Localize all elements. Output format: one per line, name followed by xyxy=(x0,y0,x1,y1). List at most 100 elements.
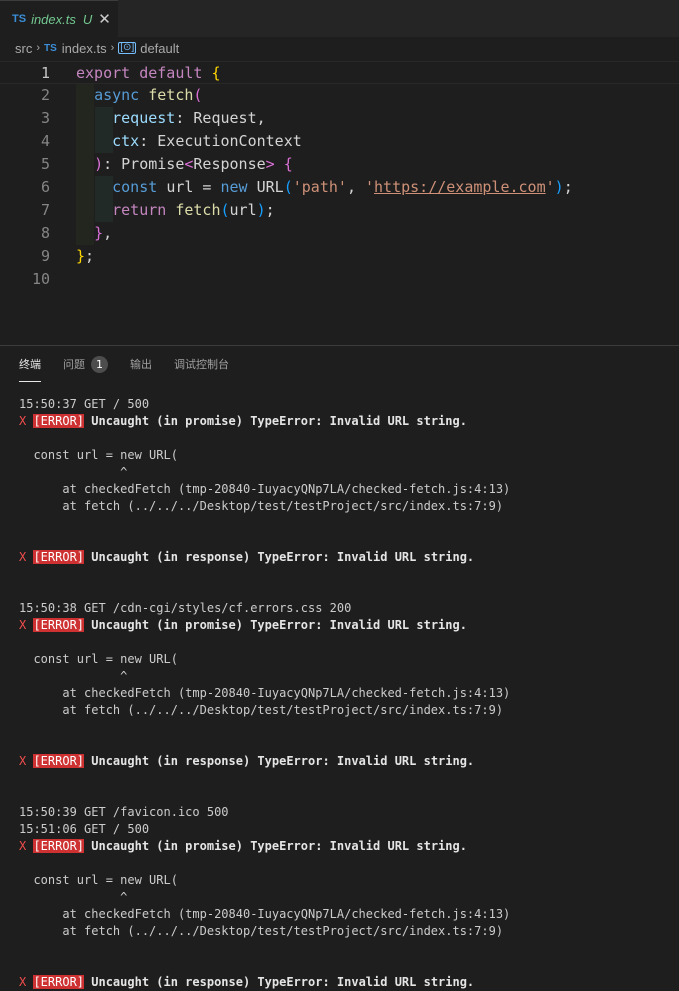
close-icon[interactable]: ✕ xyxy=(98,10,111,28)
code-token: ( xyxy=(220,201,230,219)
line-number: 2 xyxy=(40,86,50,104)
breadcrumb-file[interactable]: index.ts xyxy=(62,41,107,56)
panel-tab-label: 终端 xyxy=(19,357,41,371)
panel-tab-2[interactable]: 输出 xyxy=(130,346,152,382)
terminal-line: X [ERROR] Uncaught (in response) TypeErr… xyxy=(19,753,510,770)
code-line[interactable]: 6 const url = new URL('path', 'https://e… xyxy=(0,176,679,199)
code-token: return xyxy=(112,201,176,219)
terminal-line: ^ xyxy=(19,465,128,479)
code-line[interactable]: 9}; xyxy=(0,245,679,268)
breadcrumb-symbol[interactable]: default xyxy=(140,41,179,56)
code-token: = xyxy=(193,178,221,196)
terminal-line: at fetch (../../../Desktop/test/testProj… xyxy=(19,499,504,513)
code-token: Promise xyxy=(121,155,185,173)
breadcrumb-folder[interactable]: src xyxy=(15,41,32,56)
code-token: export xyxy=(76,64,140,82)
code-line[interactable]: 1 export default { xyxy=(0,61,679,84)
error-message: Uncaught (in response) TypeError: Invali… xyxy=(84,550,475,564)
code-token: Response xyxy=(193,155,266,173)
symbol-variable-icon: [⊙] xyxy=(118,42,137,54)
error-badge: [ERROR] xyxy=(33,839,85,853)
code-token: url xyxy=(229,201,257,219)
terminal-line: 15:50:37 GET / 500 xyxy=(19,397,150,411)
terminal-line: at checkedFetch (tmp-20840-IuyacyQNp7LA/… xyxy=(19,482,511,496)
chevron-right-icon: › xyxy=(36,42,41,54)
error-badge: [ERROR] xyxy=(33,550,85,564)
terminal-output[interactable]: 15:50:37 GET / 500 X [ERROR] Uncaught (in… xyxy=(19,396,510,991)
code-token: : xyxy=(175,109,194,127)
line-number: 6 xyxy=(40,178,50,196)
code-text: ctx: ExecutionContext xyxy=(76,130,302,153)
code-token: , xyxy=(346,178,365,196)
code-line[interactable]: 8 }, xyxy=(0,222,679,245)
code-token: { xyxy=(283,155,293,173)
breadcrumb: src › TS index.ts › [⊙] default xyxy=(0,37,679,59)
chevron-right-icon: › xyxy=(110,42,115,54)
terminal-line: X [ERROR] Uncaught (in promise) TypeErro… xyxy=(19,413,510,430)
error-x-icon: X xyxy=(19,618,34,632)
error-message: Uncaught (in response) TypeError: Invali… xyxy=(84,754,475,768)
panel-tab-3[interactable]: 调试控制台 xyxy=(174,346,229,382)
code-text: const url = new URL('path', 'https://exa… xyxy=(76,176,573,199)
code-token: new xyxy=(220,178,257,196)
code-line[interactable]: 4 ctx: ExecutionContext xyxy=(0,130,679,153)
code-line[interactable]: 5 ): Promise<Response> { xyxy=(0,153,679,176)
code-text: return fetch(url); xyxy=(76,199,275,222)
error-x-icon: X xyxy=(19,839,34,853)
code-token: > xyxy=(265,155,275,173)
code-token: fetch xyxy=(175,201,221,219)
code-token: , xyxy=(256,109,266,127)
panel-tab-1[interactable]: 问题 1 xyxy=(63,346,108,382)
error-message: Uncaught (in promise) TypeError: Invalid… xyxy=(84,839,467,853)
code-token: ( xyxy=(193,86,203,104)
error-badge: [ERROR] xyxy=(33,414,85,428)
terminal-line: const url = new URL( xyxy=(19,652,178,666)
error-message: Uncaught (in response) TypeError: Invali… xyxy=(84,975,475,989)
code-line[interactable]: 10 xyxy=(0,268,679,291)
code-token: ( xyxy=(283,178,293,196)
terminal-line: X [ERROR] Uncaught (in response) TypeErr… xyxy=(19,549,510,566)
code-line[interactable]: 3 request: Request, xyxy=(0,107,679,130)
editor-tab-bar: TS index.ts U ✕ xyxy=(0,0,679,37)
code-token: } xyxy=(94,224,104,242)
tab-filename: index.ts xyxy=(31,11,76,27)
error-message: Uncaught (in promise) TypeError: Invalid… xyxy=(84,414,467,428)
error-x-icon: X xyxy=(19,975,34,989)
error-x-icon: X xyxy=(19,414,34,428)
code-token: ) xyxy=(94,155,104,173)
typescript-file-icon: TS xyxy=(12,13,27,25)
line-number: 3 xyxy=(40,109,50,127)
line-number: 8 xyxy=(40,224,50,242)
code-editor[interactable]: 1 export default {2 async fetch(3 request… xyxy=(0,59,679,344)
line-number: 9 xyxy=(40,247,50,265)
line-number: 5 xyxy=(40,155,50,173)
line-number: 4 xyxy=(40,132,50,150)
code-text: async fetch( xyxy=(76,84,202,107)
code-line[interactable]: 2 async fetch( xyxy=(0,84,679,107)
code-text: }; xyxy=(76,245,94,268)
error-badge: [ERROR] xyxy=(33,975,85,989)
tab-index-ts[interactable]: TS index.ts U ✕ xyxy=(0,0,118,37)
code-token: url xyxy=(166,178,194,196)
panel-tab-0[interactable]: 终端 xyxy=(19,346,41,382)
code-token: : xyxy=(139,132,158,150)
typescript-file-icon: TS xyxy=(44,42,57,54)
code-token: https://example.com xyxy=(374,178,546,196)
code-line[interactable]: 7 return fetch(url); xyxy=(0,199,679,222)
code-text: }, xyxy=(76,222,112,245)
code-token: URL xyxy=(256,178,284,196)
line-number: 10 xyxy=(31,270,50,288)
line-number: 7 xyxy=(40,201,50,219)
terminal-line: 15:50:39 GET /favicon.ico 500 xyxy=(19,805,229,819)
terminal-line: at checkedFetch (tmp-20840-IuyacyQNp7LA/… xyxy=(19,686,511,700)
error-badge: [ERROR] xyxy=(33,618,85,632)
